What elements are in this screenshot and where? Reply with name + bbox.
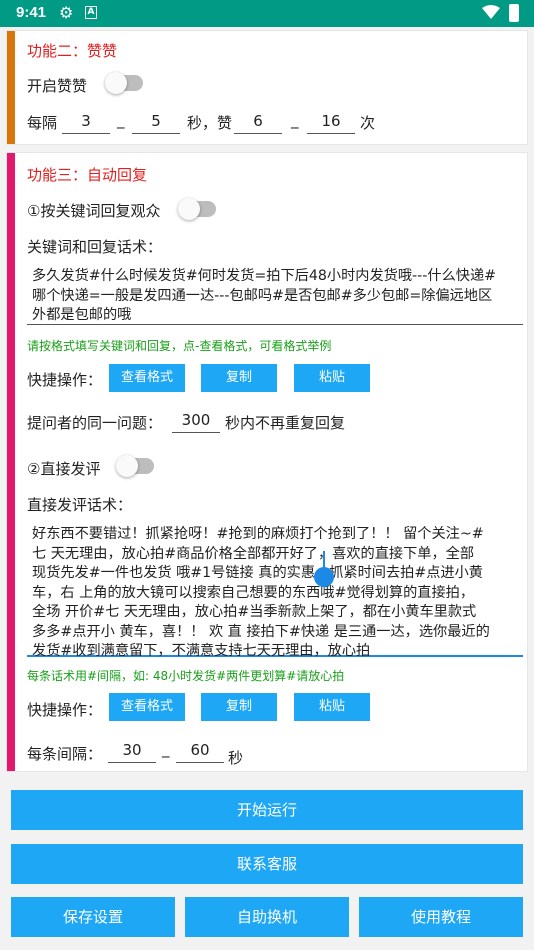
paste-button-1[interactable]: 粘贴 bbox=[294, 364, 370, 392]
direct-text-line: 发货#收到满意留下，不满意支持七天无理由，放心拍 bbox=[32, 643, 371, 659]
save-settings-button[interactable]: 保存设置 bbox=[11, 897, 175, 937]
likes-to-input[interactable]: 16 bbox=[307, 112, 355, 134]
keyword-reply-toggle[interactable] bbox=[178, 198, 216, 220]
self-switch-device-button[interactable]: 自助换机 bbox=[185, 897, 349, 937]
direct-text-line: 七 天无理由，放心拍#商品价格全部都开好了，喜欢的直接下单，全部 bbox=[32, 545, 475, 562]
keyword-hint: 请按格式填写关键词和回复，点-查看格式，可看格式举例 bbox=[27, 339, 332, 353]
quick-ops-label-2: 快捷操作： bbox=[27, 701, 103, 719]
section2-title: 功能二：赞赞 bbox=[27, 42, 118, 60]
start-button[interactable]: 开始运行 bbox=[11, 790, 523, 830]
view-format-button-2[interactable]: 查看格式 bbox=[109, 693, 185, 721]
like-toggle[interactable] bbox=[105, 72, 143, 94]
seconds-like-label: 秒，赞 bbox=[187, 114, 233, 132]
tutorial-button[interactable]: 使用教程 bbox=[359, 897, 523, 937]
every-label: 每隔 bbox=[27, 114, 58, 132]
keyword-reply-textarea[interactable]: 多久发货#什么时候发货#何时发货=拍下后48小时内发货哦---什么快递# 哪个快… bbox=[27, 267, 523, 325]
copy-button-2[interactable]: 复制 bbox=[201, 693, 277, 721]
copy-button-1[interactable]: 复制 bbox=[201, 364, 277, 392]
section3-card: 功能三：自动回复 ①按关键词回复观众 关键词和回复话术： 多久发货#什么时候发货… bbox=[6, 152, 528, 772]
interval-from-input[interactable]: 3 bbox=[62, 112, 110, 134]
status-bar: 9:41 ⚙ A bbox=[0, 0, 534, 27]
comment-interval-to-input[interactable]: 60 bbox=[176, 741, 224, 763]
direct-hint: 每条话术用#间隔，如: 48小时发货#两件更划算#请放心拍 bbox=[27, 669, 345, 683]
quick-ops-label-1: 快捷操作： bbox=[27, 371, 103, 389]
section3-accent-bar bbox=[7, 153, 15, 771]
times-label: 次 bbox=[360, 114, 376, 132]
keyword-text-line: 哪个快递=一般是发四通一达---包邮吗#是否包邮#多少包邮=除偏远地区 bbox=[32, 287, 493, 304]
interval-dash: _ bbox=[117, 111, 125, 129]
keyword-toggle-knob bbox=[178, 198, 200, 220]
comment-interval-from-input[interactable]: 30 bbox=[108, 741, 156, 763]
likes-from-input[interactable]: 6 bbox=[234, 112, 282, 134]
same-question-seconds-input[interactable]: 300 bbox=[172, 411, 220, 433]
keyword-toggle-label: ①按关键词回复观众 bbox=[27, 202, 161, 220]
comment-interval-dash: _ bbox=[162, 740, 170, 758]
interval-unit: 秒 bbox=[228, 749, 244, 767]
direct-text-line: 现货先发#一件也发货 哦#1号链接 真的实惠，抓紧时间去拍#点进小黄 bbox=[32, 565, 483, 581]
section3-title: 功能三：自动回复 bbox=[27, 166, 148, 184]
direct-comment-toggle[interactable] bbox=[116, 455, 154, 477]
status-time: 9:41 bbox=[16, 4, 47, 21]
text-cursor-handle[interactable] bbox=[314, 567, 334, 587]
like-toggle-label: 开启赞赞 bbox=[27, 77, 88, 95]
same-question-suffix: 秒内不再重复回复 bbox=[225, 414, 346, 432]
interval-to-input[interactable]: 5 bbox=[132, 112, 180, 134]
direct-text-line: 车，右 上角的放大镜可以搜索自己想要的东西哦#觉得划算的直接拍， bbox=[32, 584, 475, 601]
view-format-button-1[interactable]: 查看格式 bbox=[109, 364, 185, 392]
direct-toggle-label: ②直接发评 bbox=[27, 460, 101, 478]
same-question-label: 提问者的同一问题： bbox=[27, 414, 163, 432]
direct-text-line: 多多#点开小 黄车，喜！！ 欢 直 接拍下#快递 是三通一达，选你最近的 bbox=[32, 623, 490, 640]
gear-icon: ⚙ bbox=[59, 3, 74, 22]
direct-toggle-knob bbox=[116, 455, 138, 477]
contact-support-button[interactable]: 联系客服 bbox=[11, 844, 523, 884]
notification-a-icon: A bbox=[85, 6, 97, 19]
keyword-text-line: 多久发货#什么时候发货#何时发货=拍下后48小时内发货哦---什么快递# bbox=[32, 268, 497, 284]
interval-label: 每条间隔： bbox=[27, 745, 103, 763]
likes-dash: _ bbox=[291, 111, 299, 129]
direct-label: 直接发评话术： bbox=[27, 496, 133, 514]
section2-card: 功能二：赞赞 开启赞赞 每隔 3 _ 5 秒，赞 6 _ 16 次 bbox=[6, 30, 528, 145]
keyword-text-line: 外都是包邮的哦 bbox=[32, 307, 132, 323]
wifi-icon bbox=[482, 5, 500, 19]
direct-comment-textarea[interactable]: 好东西不要错过！抓紧抢呀！#抢到的麻烦打个抢到了！！ 留个关注~# 七 天无理由… bbox=[27, 525, 523, 659]
like-toggle-knob bbox=[105, 72, 127, 94]
direct-text-line: 好东西不要错过！抓紧抢呀！#抢到的麻烦打个抢到了！！ 留个关注~# bbox=[32, 526, 484, 542]
battery-icon bbox=[509, 4, 519, 22]
section2-accent-bar bbox=[7, 31, 15, 144]
paste-button-2[interactable]: 粘贴 bbox=[294, 693, 370, 721]
direct-text-line: 全场 开价#七 天无理由，放心拍#当季新款上架了，都在小黄车里款式 bbox=[32, 604, 477, 620]
keyword-label: 关键词和回复话术： bbox=[27, 238, 163, 256]
